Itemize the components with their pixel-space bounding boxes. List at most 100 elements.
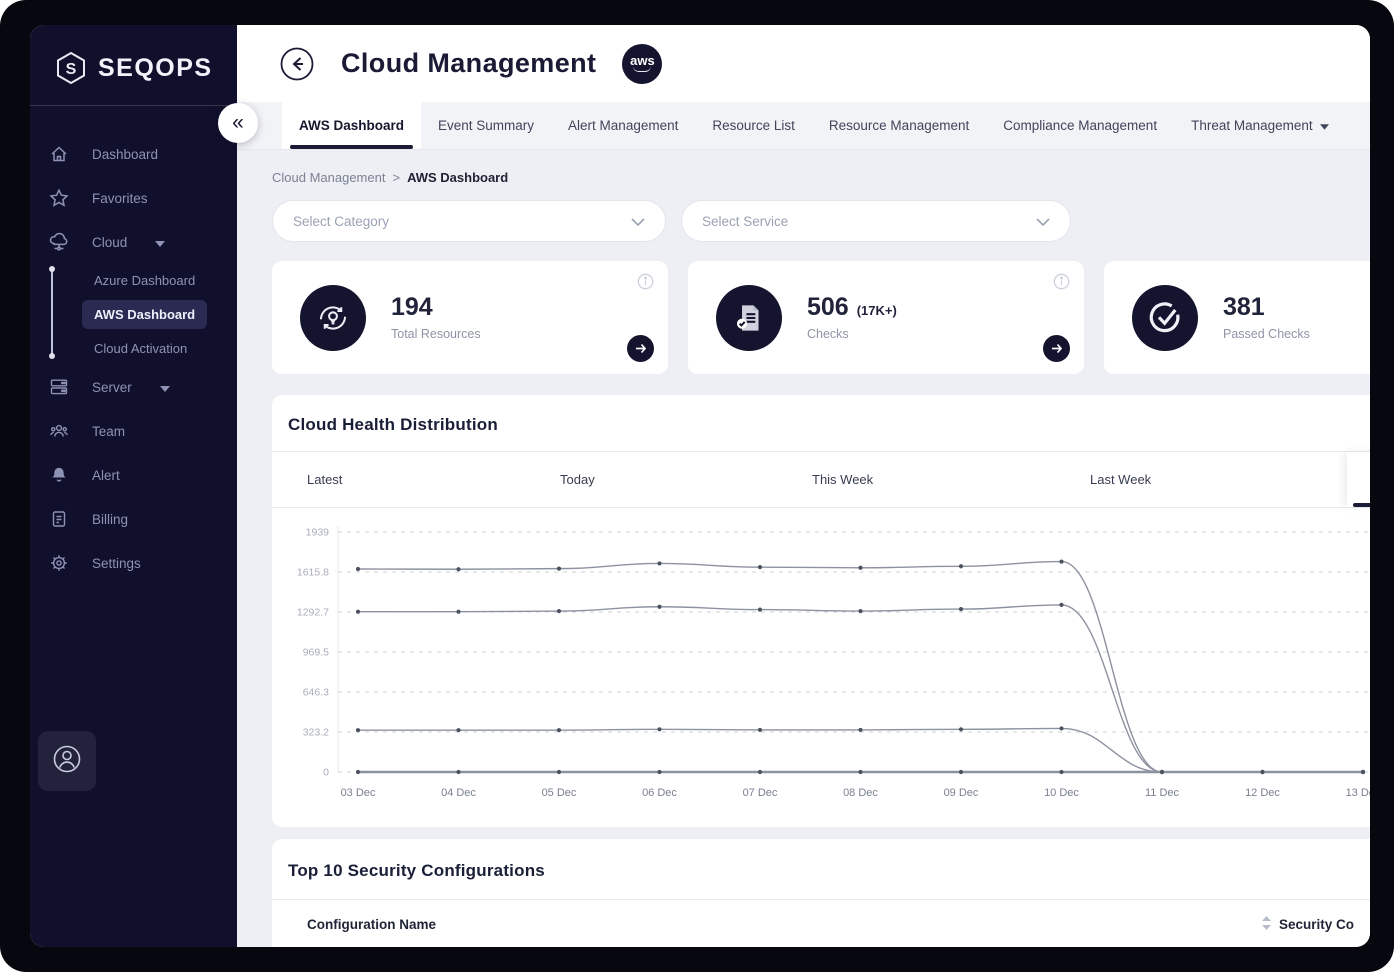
collapse-icon: « — [232, 111, 244, 135]
user-profile-button[interactable] — [38, 731, 96, 791]
stat-card-total-resources: 194 Total Resources — [272, 261, 668, 374]
cloud-health-line-chart: 19391615.81292.7969.5646.3323.2003 Dec04… — [272, 516, 1370, 816]
period-tab-active-clipped[interactable] — [1347, 452, 1370, 507]
sidebar-item-team[interactable]: Team — [30, 409, 237, 453]
svg-text:646.3: 646.3 — [303, 687, 329, 699]
tab-resource-management[interactable]: Resource Management — [812, 102, 986, 149]
sidebar-item-favorites[interactable]: Favorites — [30, 176, 237, 220]
breadcrumb-parent[interactable]: Cloud Management — [272, 170, 385, 185]
sidebar-collapse-button[interactable]: « — [218, 103, 258, 143]
period-tab-this-week[interactable]: This Week — [812, 452, 873, 507]
aws-logo-text: aws — [630, 55, 655, 66]
team-icon — [48, 421, 70, 441]
sidebar-item-settings[interactable]: Settings — [30, 541, 237, 585]
tab-aws-dashboard[interactable]: AWS Dashboard — [282, 102, 421, 149]
app-window: S SEQOPS Dashboard Favorites — [30, 25, 1370, 947]
breadcrumb-separator: > — [392, 170, 400, 185]
stat-suffix: (17K+) — [857, 303, 897, 318]
back-button[interactable] — [279, 46, 315, 82]
svg-text:13 Dec: 13 Dec — [1346, 787, 1370, 799]
info-icon[interactable] — [1053, 273, 1070, 295]
tab-label: Event Summary — [438, 118, 534, 133]
stat-card-passed-checks: 381 Passed Checks — [1104, 261, 1370, 374]
svg-text:969.5: 969.5 — [303, 647, 329, 659]
tab-alert-management[interactable]: Alert Management — [551, 102, 695, 149]
sidebar-item-label: Team — [92, 424, 125, 439]
checks-document-icon — [716, 285, 782, 351]
stat-label: Checks — [807, 326, 897, 343]
card-arrow-button[interactable] — [1043, 335, 1070, 362]
chevron-down-icon — [160, 380, 170, 395]
star-icon — [48, 188, 70, 208]
svg-text:S: S — [66, 61, 77, 78]
svg-text:05 Dec: 05 Dec — [542, 787, 577, 799]
sidebar-item-alert[interactable]: Alert — [30, 453, 237, 497]
stat-value: 506 — [807, 293, 849, 322]
sidebar-item-server[interactable]: Server — [30, 365, 237, 409]
stat-card-body: 194 Total Resources — [391, 293, 481, 343]
aws-logo-badge: aws — [622, 44, 662, 84]
stat-label: Total Resources — [391, 326, 481, 343]
table-title: Top 10 Security Configurations — [272, 839, 1370, 899]
period-tab-latest[interactable]: Latest — [307, 452, 342, 507]
tab-label: Alert Management — [568, 118, 678, 133]
svg-text:07 Dec: 07 Dec — [743, 787, 778, 799]
cloud-health-card: Cloud Health Distribution Latest Today T… — [272, 395, 1370, 827]
column-security-code[interactable]: Security Co — [1262, 916, 1370, 933]
card-arrow-button[interactable] — [627, 335, 654, 362]
breadcrumb-current: AWS Dashboard — [407, 170, 508, 185]
tab-threat-management[interactable]: Threat Management — [1174, 102, 1346, 149]
tab-event-summary[interactable]: Event Summary — [421, 102, 551, 149]
chevron-down-icon — [1036, 214, 1050, 229]
sidebar-item-aws-dashboard[interactable]: AWS Dashboard — [82, 300, 207, 329]
svg-text:09 Dec: 09 Dec — [944, 787, 979, 799]
svg-text:1292.7: 1292.7 — [297, 606, 329, 618]
server-icon — [48, 377, 70, 397]
sidebar-item-billing[interactable]: Billing — [30, 497, 237, 541]
sidebar-item-cloud-activation[interactable]: Cloud Activation — [94, 332, 237, 365]
check-circle-icon — [1132, 285, 1198, 351]
svg-text:04 Dec: 04 Dec — [441, 787, 476, 799]
sidebar-item-dashboard[interactable]: Dashboard — [30, 132, 237, 176]
breadcrumb: Cloud Management > AWS Dashboard — [272, 150, 1370, 185]
resources-icon — [300, 285, 366, 351]
tab-bar: AWS Dashboard Event Summary Alert Manage… — [237, 102, 1370, 150]
tab-resource-list[interactable]: Resource List — [695, 102, 812, 149]
user-icon — [51, 743, 83, 780]
column-configuration-name[interactable]: Configuration Name — [272, 917, 1262, 932]
chart-area: 19391615.81292.7969.5646.3323.2003 Dec04… — [272, 508, 1370, 827]
svg-text:11 Dec: 11 Dec — [1145, 787, 1180, 799]
svg-text:10 Dec: 10 Dec — [1044, 787, 1079, 799]
category-select[interactable]: Select Category — [272, 200, 666, 242]
svg-text:03 Dec: 03 Dec — [341, 787, 376, 799]
chevron-down-icon — [631, 214, 645, 229]
stat-value: 194 — [391, 293, 433, 322]
svg-text:12 Dec: 12 Dec — [1245, 787, 1280, 799]
sidebar-item-cloud[interactable]: Cloud — [30, 220, 237, 264]
tab-label: Resource List — [712, 118, 795, 133]
service-select-placeholder: Select Service — [702, 214, 788, 229]
page-title: Cloud Management — [341, 48, 596, 79]
info-icon[interactable] — [637, 273, 654, 295]
main-area: Cloud Management aws AWS Dashboard Event… — [237, 25, 1370, 947]
svg-text:1615.8: 1615.8 — [297, 567, 329, 579]
sidebar-item-label: Favorites — [92, 191, 148, 206]
tab-label: Resource Management — [829, 118, 969, 133]
table-header-row: Configuration Name Security Co — [272, 899, 1370, 947]
page-header: Cloud Management aws — [237, 25, 1370, 102]
svg-text:323.2: 323.2 — [303, 726, 329, 738]
gear-icon — [48, 553, 70, 573]
home-icon — [48, 144, 70, 164]
chart-period-tabs: Latest Today This Week Last Week — [272, 451, 1370, 508]
sort-icon[interactable] — [1262, 916, 1271, 933]
period-tab-today[interactable]: Today — [560, 452, 595, 507]
service-select[interactable]: Select Service — [681, 200, 1071, 242]
tab-compliance-management[interactable]: Compliance Management — [986, 102, 1174, 149]
sidebar-item-azure-dashboard[interactable]: Azure Dashboard — [94, 264, 237, 297]
category-select-placeholder: Select Category — [293, 214, 389, 229]
cloud-submenu: Azure Dashboard AWS Dashboard Cloud Acti… — [30, 264, 237, 365]
stat-card-checks: 506 (17K+) Checks — [688, 261, 1084, 374]
sidebar-item-label: Cloud — [92, 235, 127, 250]
period-tab-last-week[interactable]: Last Week — [1090, 452, 1151, 507]
column-label: Security Co — [1279, 917, 1354, 932]
